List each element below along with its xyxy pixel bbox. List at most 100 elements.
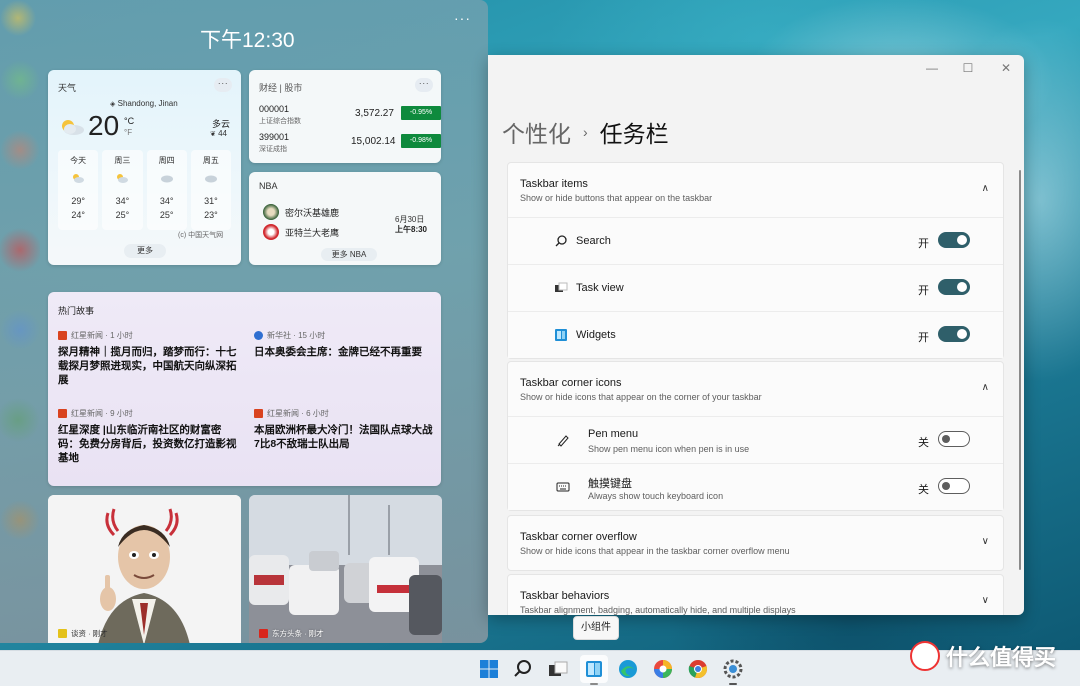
task-view-icon[interactable] (547, 658, 569, 680)
redstar-news-icon (58, 409, 67, 418)
close-button[interactable]: ✕ (996, 61, 1016, 75)
weather-more-icon[interactable]: ··· (214, 78, 232, 92)
widgets-toggle[interactable] (938, 326, 970, 342)
nba-team: 亚特兰大老鹰 (263, 224, 339, 240)
forecast-day[interactable]: 周四 34° 25° (146, 150, 187, 230)
settings-active-indicator (729, 683, 737, 685)
search-toggle[interactable] (938, 232, 970, 248)
task-view-toggle[interactable] (938, 279, 970, 295)
edge-icon[interactable] (617, 658, 639, 680)
settings-gear-icon[interactable] (722, 658, 744, 680)
redstar-news-icon (58, 331, 67, 340)
bucks-logo-icon (263, 204, 279, 220)
tanzi-icon (58, 629, 67, 638)
corner-icons-header[interactable]: Taskbar corner icons Show or hide icons … (508, 362, 1003, 416)
breadcrumb: 个性化 › 任务栏 (502, 115, 669, 149)
weather-card[interactable]: 天气 ··· ◈ Shandong, Jinan 20 °C °F 多云 ❦ 4… (48, 70, 241, 265)
weather-location: ◈ Shandong, Jinan (110, 99, 178, 108)
news-photo (48, 495, 241, 643)
nba-card[interactable]: NBA 密尔沃基雄鹿 亚特兰大老鹰 6月30日 上午8:30 更多 NBA (249, 172, 441, 265)
search-icon (555, 235, 567, 247)
taskbar-corner-overflow-section[interactable]: Taskbar corner overflow Show or hide ico… (507, 515, 1004, 571)
search-row: Search 开 (508, 217, 1003, 264)
pen-icon (557, 435, 569, 447)
top-stories-card: 热门故事 红星新闻 · 1 小时 探月精神｜揽月而归，踏梦而行：十七载探月梦照进… (48, 292, 441, 486)
cloudy-icon (160, 175, 173, 183)
photos-app-icon[interactable] (652, 658, 674, 680)
finance-card[interactable]: 财经 | 股市 ··· 000001 上证综合指数 3,572.27 -0.95… (249, 70, 441, 163)
finance-more-icon[interactable]: ··· (415, 78, 433, 92)
forecast-day[interactable]: 今天 29° 24° (58, 150, 99, 230)
settings-window: — ☐ ✕ 个性化 › 任务栏 Taskbar items Show or hi… (488, 55, 1024, 615)
nba-title: NBA (259, 181, 278, 191)
behaviors-header[interactable]: Taskbar behaviors Taskbar alignment, bad… (508, 575, 1003, 615)
finance-title: 财经 | 股市 (259, 83, 303, 93)
stock-row[interactable]: 399001 深证成指 15,002.14 -0.98% (259, 132, 441, 158)
touch-keyboard-state: 关 (918, 484, 929, 496)
news-photo (249, 495, 442, 643)
task-view-icon (555, 282, 568, 292)
news-story[interactable]: 红星新闻 · 6 小时 本届欧洲杯最大冷门！法国队点球大战7比8不敌瑞士队出局 (254, 408, 436, 451)
start-icon[interactable] (478, 658, 500, 680)
dftt-icon (259, 629, 268, 638)
pen-menu-state: 关 (918, 437, 929, 449)
taskbar-items-header[interactable]: Taskbar items Show or hide buttons that … (508, 163, 1003, 217)
widgets-icon (555, 329, 567, 341)
chrome-icon[interactable] (687, 658, 709, 680)
taskbar-corner-icons-section: Taskbar corner icons Show or hide icons … (507, 361, 1004, 511)
brand-watermark: 什么值得买 (910, 640, 1056, 672)
breadcrumb-separator: › (583, 124, 588, 140)
partly-cloudy-icon (117, 174, 129, 183)
image-news-card[interactable]: 东方头条 · 刚才 (249, 495, 442, 643)
weather-title: 天气 (58, 83, 77, 93)
search-icon[interactable] (512, 658, 534, 680)
game-time: 上午8:30 (395, 225, 428, 234)
widgets-more-icon[interactable]: ··· (454, 10, 471, 26)
chevron-up-icon[interactable]: ∧ (982, 183, 989, 194)
forecast-days: 今天 29° 24° 周三 34° 25° 周四 34° 25° 周五 31° (58, 150, 231, 230)
task-view-state: 开 (918, 285, 929, 297)
page-title: 任务栏 (599, 121, 669, 147)
image-caption: 谈资 · 刚才 (58, 628, 108, 639)
weather-more-button[interactable]: 更多 (124, 244, 166, 258)
news-story[interactable]: 红星新闻 · 9 小时 红星深度 |山东临沂南社区的财富密码：免费分房背后，投资… (58, 408, 240, 465)
maximize-button[interactable]: ☐ (958, 61, 978, 75)
chevron-up-icon[interactable]: ∧ (982, 382, 989, 393)
brand-logo-icon (910, 641, 940, 671)
unit-celsius[interactable]: °C (124, 116, 134, 126)
taskbar-behaviors-section[interactable]: Taskbar behaviors Taskbar alignment, bad… (507, 574, 1004, 615)
widgets-state: 开 (918, 332, 929, 344)
widgets-active-indicator (590, 683, 598, 685)
forecast-day[interactable]: 周五 31° 23° (190, 150, 231, 230)
chevron-down-icon[interactable]: ∨ (982, 536, 989, 547)
news-story[interactable]: 新华社 · 15 小时 日本奥委会主席：金牌已经不再重要 (254, 330, 436, 359)
partly-cloudy-icon (73, 174, 85, 183)
widgets-icon (586, 661, 602, 677)
redstar-news-icon (254, 409, 263, 418)
taskbar-items-section: Taskbar items Show or hide buttons that … (507, 162, 1004, 359)
leaf-icon: ❦ (210, 131, 216, 138)
chevron-down-icon[interactable]: ∨ (982, 595, 989, 606)
xinhua-icon (254, 331, 263, 340)
widgets-row: Widgets 开 (508, 311, 1003, 358)
breadcrumb-personalization[interactable]: 个性化 (502, 115, 571, 149)
unit-fahrenheit[interactable]: °F (124, 128, 132, 137)
location-icon: ◈ (110, 101, 116, 108)
image-news-card[interactable]: 谈资 · 刚才 (48, 495, 241, 643)
stock-row[interactable]: 000001 上证综合指数 3,572.27 -0.95% (259, 104, 441, 130)
nba-team: 密尔沃基雄鹿 (263, 204, 339, 220)
nba-more-button[interactable]: 更多 NBA (321, 248, 377, 261)
pen-menu-toggle[interactable] (938, 431, 970, 447)
touch-keyboard-toggle[interactable] (938, 478, 970, 494)
news-story[interactable]: 红星新闻 · 1 小时 探月精神｜揽月而归，踏梦而行：十七载探月梦照进现实，中国… (58, 330, 240, 387)
scrollbar[interactable] (1019, 170, 1021, 570)
brand-text: 什么值得买 (946, 645, 1057, 670)
minimize-button[interactable]: — (922, 61, 942, 75)
widgets-taskbar-button[interactable] (580, 655, 608, 683)
partly-cloudy-icon (62, 120, 84, 135)
forecast-day[interactable]: 周三 34° 25° (102, 150, 143, 230)
blurred-desktop-icons (0, 0, 40, 643)
keyboard-icon (556, 482, 570, 492)
corner-overflow-header[interactable]: Taskbar corner overflow Show or hide ico… (508, 516, 1003, 570)
widgets-time: 下午12:30 (200, 29, 295, 52)
